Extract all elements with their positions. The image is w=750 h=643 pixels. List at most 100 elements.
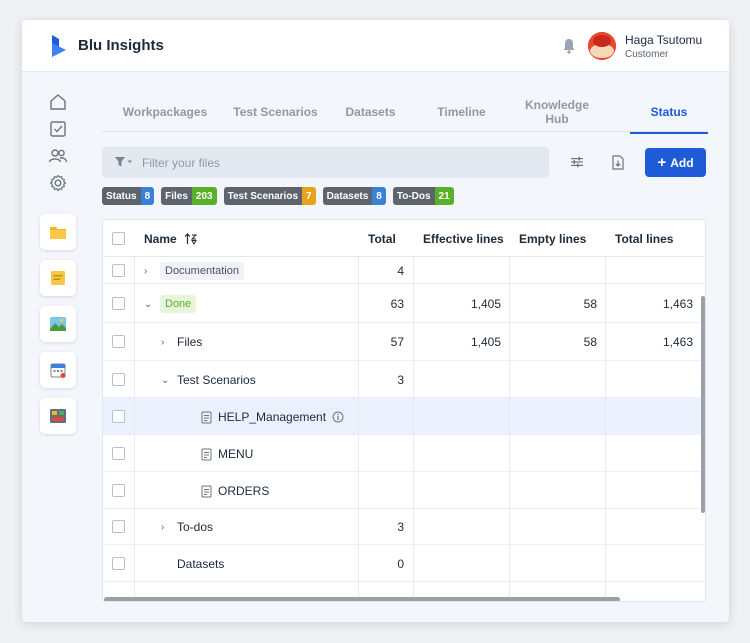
badge-status[interactable]: Status 8 [102,187,155,205]
calendar-app-tile[interactable] [40,352,76,388]
row-checkbox[interactable] [112,373,125,386]
gallery-app-tile[interactable] [40,306,76,342]
table-row[interactable]: MENU [103,435,705,472]
chevron-down-icon[interactable]: ⌄ [144,299,154,310]
total-cell: 4 [397,264,404,278]
row-checkbox[interactable] [112,447,125,460]
row-name-cell: ORDERS [201,481,269,501]
chevron-right-icon[interactable]: › [161,522,171,533]
row-checkbox[interactable] [112,264,125,277]
tab-knowledge-hub[interactable]: Knowledge Hub [512,92,602,132]
table-row[interactable]: ⌄ Test Scenarios 3 [103,361,705,398]
table-row[interactable]: ⌄ Done 63 1,405 58 1,463 [103,284,705,323]
user-name: Haga Tsutomu [625,33,703,47]
row-checkbox[interactable] [112,410,125,423]
vertical-scrollbar[interactable] [701,296,705,513]
table-row[interactable]: Datasets 0 [103,545,705,582]
sort-icon[interactable] [184,232,198,245]
chevron-right-icon[interactable]: › [144,266,154,277]
row-checkbox[interactable] [112,297,125,310]
tab-workpackages[interactable]: Workpackages [115,92,215,132]
chevron-right-icon[interactable]: › [161,337,171,348]
badge-files[interactable]: Files 203 [161,187,217,205]
document-icon [201,448,212,460]
bell-icon[interactable] [562,38,576,54]
total-lines-cell: 1,463 [662,335,693,349]
gear-icon[interactable] [48,173,68,193]
row-name-label[interactable]: Files [177,335,202,349]
row-name-cell: MENU [201,444,253,464]
row-name-label[interactable]: To-dos [177,520,213,534]
calendar-icon [50,363,66,378]
tab-timeline[interactable]: Timeline [424,92,499,132]
user-role: Customer [625,49,669,60]
chevron-down-icon[interactable]: ⌄ [161,375,171,386]
files-table: Name Total Effective lines Empty lines T… [102,219,706,602]
document-icon [201,485,212,497]
file-download-icon [612,154,624,170]
info-icon[interactable] [332,411,344,423]
badge-to-dos[interactable]: To-Dos 21 [392,187,454,205]
table-row[interactable]: › Files 57 1,405 58 1,463 [103,323,705,361]
add-button[interactable]: + Add [645,148,706,177]
row-checkbox[interactable] [112,520,125,533]
top-bar: Blu Insights Haga Tsutomu Customer [22,20,729,72]
sticky-note-icon [51,271,65,285]
row-name-cell: HELP_Management [201,407,344,427]
row-checkbox[interactable] [112,484,125,497]
row-checkbox[interactable] [112,335,125,348]
column-header-name[interactable]: Name [144,220,198,257]
checklist-icon[interactable] [48,119,68,139]
filter-input[interactable] [142,153,532,173]
folder-app-tile[interactable] [40,214,76,250]
row-name-cell: ⌄ Done [144,294,197,314]
row-name-label[interactable]: HELP_Management [218,410,326,424]
settings-sliders-button[interactable] [567,152,587,172]
column-header-total[interactable]: Total [368,220,396,257]
column-header-empty-lines[interactable]: Empty lines [519,220,586,257]
row-name-cell: › Documentation [144,261,244,281]
total-cell: 63 [390,297,404,311]
row-name-label[interactable]: MENU [218,447,253,461]
folder-icon [50,227,66,239]
row-name-label[interactable]: ORDERS [218,484,269,498]
empty-lines-cell: 58 [583,297,597,311]
document-icon [201,411,212,423]
table-row[interactable]: › Documentation 4 [103,257,705,284]
plus-icon: + [657,153,667,171]
column-header-effective-lines[interactable]: Effective lines [423,220,504,257]
notes-app-tile[interactable] [40,260,76,296]
sliders-icon [571,156,583,168]
column-header-total-lines[interactable]: Total lines [615,220,673,257]
badge-test-scenarios[interactable]: Test Scenarios 7 [223,187,316,205]
tab-test-scenarios[interactable]: Test Scenarios [228,92,323,132]
dashboard-icon [50,409,66,423]
tab-bar: Workpackages Test Scenarios Datasets Tim… [102,92,708,134]
blu-logo-icon[interactable] [50,34,68,58]
row-name-label[interactable]: Done [160,295,197,313]
tab-status[interactable]: Status [630,92,708,134]
row-name-cell: ⌄ Test Scenarios [161,370,256,390]
row-name-label[interactable]: Datasets [177,557,224,571]
avatar[interactable] [588,32,616,60]
filter-icon[interactable] [114,156,134,168]
table-row[interactable]: › To-dos 3 [103,509,705,545]
horizontal-scrollbar[interactable] [104,597,620,601]
dashboard-app-tile[interactable] [40,398,76,434]
add-button-label: Add [670,155,694,170]
row-name-label[interactable]: Test Scenarios [177,373,256,387]
users-icon[interactable] [48,146,68,166]
select-all-checkbox[interactable] [112,232,125,245]
brand-name[interactable]: Blu Insights [78,37,164,54]
home-icon[interactable] [48,92,68,112]
tab-datasets[interactable]: Datasets [333,92,408,132]
row-name-cell: › Files [161,332,202,352]
badge-datasets[interactable]: Datasets 8 [322,187,386,205]
export-file-button[interactable] [608,152,628,172]
total-cell: 57 [390,335,404,349]
row-checkbox[interactable] [112,557,125,570]
row-name-label[interactable]: Documentation [160,262,244,280]
table-row[interactable]: ORDERS [103,472,705,509]
table-row[interactable]: HELP_Management [103,398,705,435]
total-cell: 0 [397,557,404,571]
